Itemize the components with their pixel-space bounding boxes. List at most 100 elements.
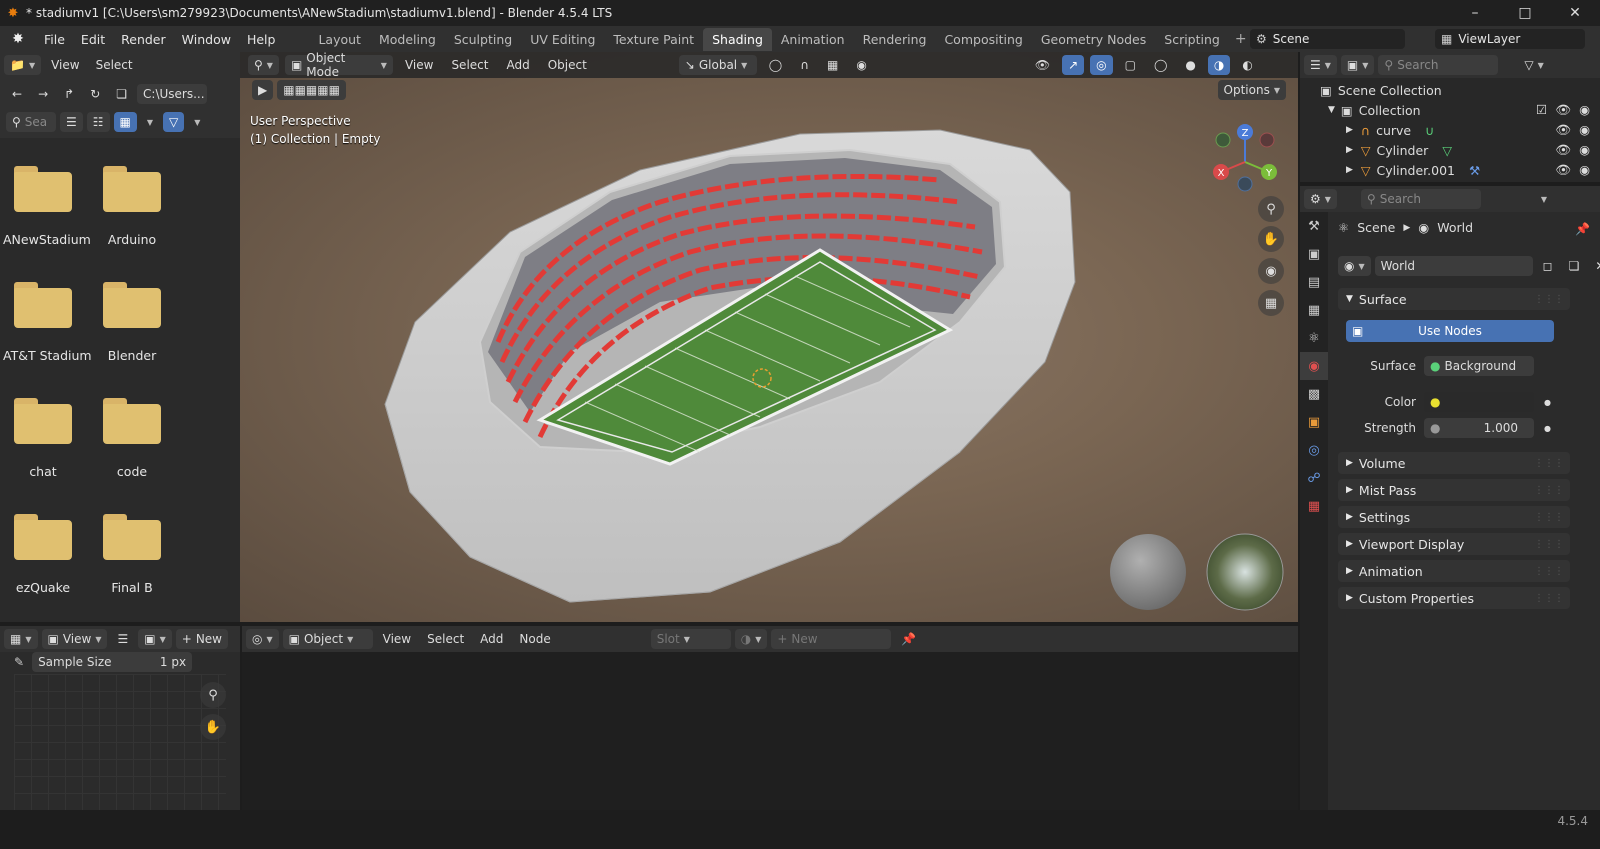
- outliner-item-cylinder[interactable]: ▶ ▽ Cylinder ▽ 👁 ◉: [1300, 140, 1600, 160]
- settings-panel-header[interactable]: ▶ Settings ⋮⋮⋮: [1338, 506, 1570, 528]
- menu-render[interactable]: Render: [113, 32, 174, 47]
- tab-modeling[interactable]: Modeling: [370, 28, 445, 51]
- 3d-viewport[interactable]: ⚲ ▼ ▣ Object Mode ▼ View Select Add Object …: [240, 52, 1298, 622]
- outliner-search-input[interactable]: ⚲ Search: [1378, 55, 1499, 75]
- use-nodes-button[interactable]: ▣ Use Nodes: [1346, 320, 1554, 342]
- folder-item[interactable]: code: [92, 398, 172, 479]
- menu-edit[interactable]: Edit: [73, 32, 113, 47]
- volume-panel-header[interactable]: ▶ Volume ⋮⋮⋮: [1338, 452, 1570, 474]
- eye-icon[interactable]: 👁: [1555, 142, 1571, 158]
- view-dropdown[interactable]: ▣ View ▼: [41, 629, 108, 649]
- eye-icon[interactable]: 👁: [1555, 122, 1571, 138]
- unlink-x-icon[interactable]: ✕: [1589, 256, 1600, 276]
- surface-panel-header[interactable]: ▼ Surface ⋮⋮⋮: [1338, 288, 1570, 310]
- tab-shading[interactable]: Shading: [703, 27, 772, 51]
- outliner-item-curve[interactable]: ▶ ∩ curve ∪ 👁 ◉: [1300, 120, 1600, 140]
- display-options-icon[interactable]: ▼: [141, 112, 159, 132]
- properties-options-icon[interactable]: ▼: [1535, 189, 1553, 209]
- object-tab-icon[interactable]: ▣: [1300, 408, 1328, 436]
- new-folder-icon[interactable]: ❏: [110, 84, 133, 104]
- outliner-scene-collection[interactable]: ▣ Scene Collection: [1300, 80, 1600, 100]
- zoom-icon[interactable]: ⚲: [1258, 196, 1284, 222]
- filter-icon[interactable]: ▽: [163, 112, 185, 132]
- collection-tab-icon[interactable]: ▩: [1300, 380, 1328, 408]
- outliner-item-cylinder-001[interactable]: ▶ ▽ Cylinder.001 ⚒ 👁 ◉: [1300, 160, 1600, 180]
- new-material-button[interactable]: + New: [771, 629, 892, 649]
- scene-selector[interactable]: ⚙ Scene: [1250, 29, 1405, 49]
- horizontal-list-icon[interactable]: ☷: [86, 112, 110, 132]
- filter-icon[interactable]: ▽ ▼: [1518, 55, 1549, 75]
- texture-tab-icon[interactable]: ▦: [1300, 492, 1328, 520]
- menu-help[interactable]: Help: [239, 32, 284, 47]
- new-image-button[interactable]: + New: [175, 629, 228, 649]
- view-layer-tab-icon[interactable]: ▦: [1300, 296, 1328, 324]
- view-layer-selector[interactable]: ▦ ViewLayer: [1435, 29, 1585, 49]
- world-tab-icon[interactable]: ◉: [1300, 352, 1328, 380]
- folder-item[interactable]: Arduino: [92, 166, 172, 247]
- world-name-field[interactable]: World: [1374, 256, 1533, 276]
- eye-icon[interactable]: 👁: [1555, 162, 1571, 178]
- menu-select[interactable]: Select: [421, 629, 470, 649]
- menu-select[interactable]: Select: [90, 55, 139, 75]
- scene-tab-icon[interactable]: ⚛: [1300, 324, 1328, 352]
- image-canvas[interactable]: [14, 674, 226, 810]
- tab-scripting[interactable]: Scripting: [1155, 28, 1229, 51]
- back-arrow-icon[interactable]: ←: [6, 84, 28, 104]
- parent-dir-icon[interactable]: ↱: [58, 84, 80, 104]
- folder-item[interactable]: chat: [3, 398, 83, 479]
- tab-geometry-nodes[interactable]: Geometry Nodes: [1032, 28, 1155, 51]
- eyedropper-icon[interactable]: ✎: [14, 655, 24, 669]
- fake-user-shield-icon[interactable]: ◻: [1537, 256, 1559, 276]
- editor-type-button[interactable]: 📁 ▼: [4, 55, 42, 75]
- pin-icon[interactable]: 📌: [1575, 222, 1590, 236]
- menu-view[interactable]: View: [45, 55, 85, 75]
- eye-icon[interactable]: 👁: [1555, 102, 1571, 118]
- menu-window[interactable]: Window: [174, 32, 239, 47]
- folder-item[interactable]: Final B: [92, 514, 172, 595]
- checkbox-icon[interactable]: ☑: [1536, 102, 1547, 118]
- pin-icon[interactable]: 📌: [895, 629, 922, 649]
- tab-layout[interactable]: Layout: [309, 28, 370, 51]
- physics-tab-icon[interactable]: ◎: [1300, 436, 1328, 464]
- editor-type-button[interactable]: ☰ ▼: [1304, 55, 1337, 75]
- material-browse-icon[interactable]: ◑ ▼: [734, 629, 768, 649]
- folder-item[interactable]: ANewStadium: [3, 166, 91, 247]
- shader-type-dropdown[interactable]: ▣ Object ▼: [282, 629, 373, 649]
- maximize-button[interactable]: □: [1500, 0, 1550, 26]
- tab-texture-paint[interactable]: Texture Paint: [604, 28, 703, 51]
- duplicate-icon[interactable]: ❏: [1563, 256, 1586, 276]
- menu-file[interactable]: File: [36, 32, 73, 47]
- editor-type-button[interactable]: ▦ ▼: [4, 629, 38, 649]
- camera-icon[interactable]: ◉: [1579, 142, 1590, 158]
- keyframe-dot-icon[interactable]: ●: [1544, 398, 1551, 407]
- camera-view-icon[interactable]: ◉: [1258, 258, 1284, 284]
- blender-menu-icon[interactable]: ✸: [0, 31, 36, 47]
- slot-dropdown[interactable]: Slot ▼: [650, 629, 731, 649]
- mist-pass-panel-header[interactable]: ▶ Mist Pass ⋮⋮⋮: [1338, 479, 1570, 501]
- shader-editor[interactable]: ◎ ▼ ▣ Object ▼ View Select Add Node Slot ▼ ◑…: [242, 626, 1298, 810]
- perspective-toggle-icon[interactable]: ▦: [1258, 290, 1284, 316]
- surface-shader-field[interactable]: ● Background: [1424, 356, 1534, 376]
- menu-add[interactable]: Add: [474, 629, 509, 649]
- menu-icon[interactable]: ☰: [111, 629, 134, 649]
- refresh-icon[interactable]: ↻: [84, 84, 106, 104]
- stadium-model[interactable]: [240, 52, 1298, 622]
- thumbnails-icon[interactable]: ▦: [113, 112, 137, 132]
- folder-item[interactable]: Blender: [92, 282, 172, 363]
- filter-options-icon[interactable]: ▼: [188, 112, 206, 132]
- zoom-icon[interactable]: ⚲: [200, 682, 226, 708]
- world-browse-icon[interactable]: ◉ ▼: [1338, 256, 1371, 276]
- display-mode-icon[interactable]: ▣ ▼: [1340, 55, 1375, 75]
- path-field[interactable]: C:\Users...: [137, 84, 208, 104]
- camera-icon[interactable]: ◉: [1579, 122, 1590, 138]
- camera-icon[interactable]: ◉: [1579, 162, 1590, 178]
- forward-arrow-icon[interactable]: →: [32, 84, 54, 104]
- camera-icon[interactable]: ◉: [1579, 102, 1590, 118]
- folder-item[interactable]: ezQuake: [3, 514, 83, 595]
- editor-type-button[interactable]: ⚙ ▼: [1304, 189, 1337, 209]
- pan-hand-icon[interactable]: ✋: [1258, 226, 1284, 252]
- menu-view[interactable]: View: [377, 629, 417, 649]
- animation-panel-header[interactable]: ▶ Animation ⋮⋮⋮: [1338, 560, 1570, 582]
- sample-size-field[interactable]: Sample Size 1 px: [32, 652, 193, 672]
- render-tab-icon[interactable]: ▣: [1300, 240, 1328, 268]
